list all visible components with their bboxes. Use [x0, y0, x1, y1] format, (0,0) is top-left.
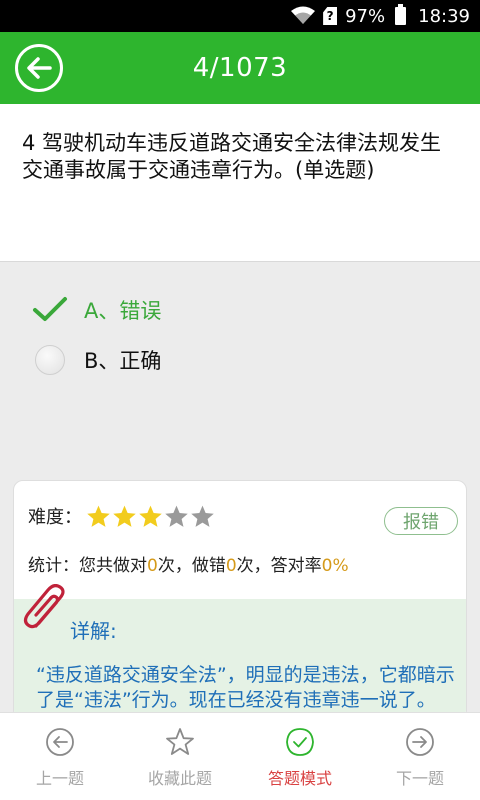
star-empty-icon: [165, 505, 188, 527]
option-a-label: A、错误: [84, 299, 162, 323]
wifi-icon: [291, 6, 316, 26]
next-question-label: 下一题: [395, 769, 444, 788]
answer-mode-label: 答题模式: [267, 769, 332, 788]
difficulty-label: 难度：: [28, 507, 82, 528]
clock: 18:39: [418, 5, 470, 27]
explanation-card: 难度： 报错 统计：您共做对0次，做错0次，答对率0% 详解: “违反道路交通安…: [13, 480, 467, 720]
radio-unchecked-icon: [35, 345, 65, 375]
detail-section: 详解: “违反道路交通安全法”，明显的是违法，它都暗示了是“违法”行为。现在已经…: [14, 599, 466, 719]
stats-correct-rate: 0%: [321, 556, 349, 576]
status-bar: ? 97% 18:39: [0, 0, 480, 32]
detail-text: “违反道路交通安全法”，明显的是违法，它都暗示了是“违法”行为。现在已经没有违章…: [36, 664, 455, 711]
prev-question-button[interactable]: 上一题: [0, 713, 120, 800]
report-error-button[interactable]: 报错: [384, 507, 458, 535]
answer-mode-button[interactable]: 答题模式: [240, 713, 360, 800]
option-b[interactable]: B、正确: [0, 340, 161, 380]
star-filled-icon: [139, 505, 162, 527]
star-filled-icon: [113, 505, 136, 527]
option-a[interactable]: A、错误: [0, 290, 161, 330]
header: 4/1073: [0, 32, 480, 104]
next-question-button[interactable]: 下一题: [360, 713, 480, 800]
stats-mid1: 次，做错: [157, 556, 226, 576]
check-circle-icon: [286, 728, 314, 756]
stats-mid2: 次，答对率: [236, 556, 322, 576]
prev-question-label: 上一题: [35, 769, 84, 788]
battery-icon: [393, 4, 407, 25]
difficulty-stars: [86, 504, 216, 529]
sim-label: ?: [323, 7, 338, 25]
stats-wrong-count: 0: [225, 556, 237, 576]
favorite-button[interactable]: 收藏此题: [120, 713, 240, 800]
sim-icon: ?: [323, 7, 338, 25]
stats-row: 统计：您共做对0次，做错0次，答对率0%: [28, 551, 349, 576]
arrow-right-circle-icon: [406, 728, 434, 756]
paperclip-icon: [23, 584, 65, 629]
detail-title: 详解:: [70, 619, 117, 643]
back-button[interactable]: [15, 44, 63, 92]
stats-prefix: 统计：您共做对: [28, 556, 147, 576]
option-b-label: B、正确: [84, 349, 162, 373]
stats-correct-count: 0: [147, 556, 158, 576]
favorite-label: 收藏此题: [147, 769, 212, 788]
arrow-left-circle-icon: [46, 728, 74, 756]
star-filled-icon: [87, 505, 110, 527]
check-icon: [33, 297, 67, 321]
star-empty-icon: [191, 505, 214, 527]
question-progress: 4/1073: [192, 53, 288, 83]
battery-percent: 97%: [345, 5, 386, 27]
arrow-left-icon: [27, 57, 52, 79]
question-text: 4 驾驶机动车违反道路交通安全法律法规发生交通事故属于交通违章行为。(单选题): [22, 131, 442, 182]
bottom-nav: 上一题 收藏此题 答题模式 下一题: [0, 712, 480, 800]
star-outline-icon: [166, 728, 194, 755]
question-area: 4 驾驶机动车违反道路交通安全法律法规发生交通事故属于交通违章行为。(单选题): [0, 104, 480, 262]
difficulty-row: 难度：: [28, 503, 216, 529]
